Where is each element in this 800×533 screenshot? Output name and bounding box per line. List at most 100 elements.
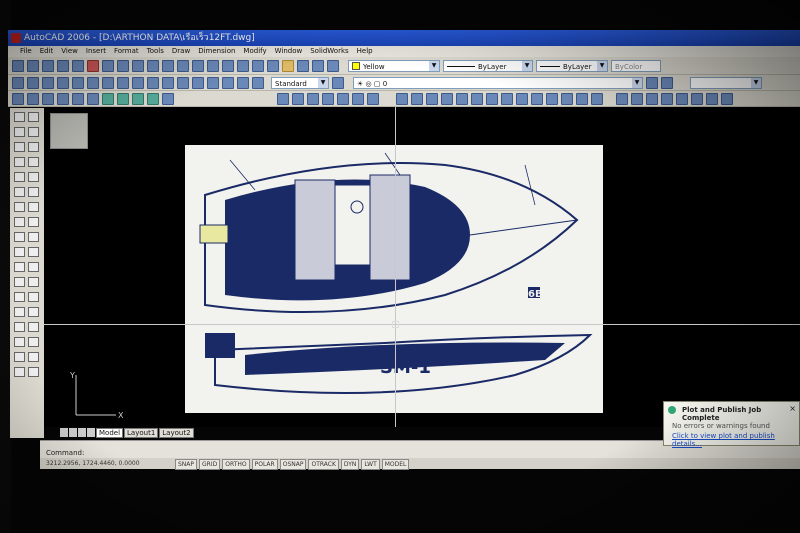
materials-icon[interactable] — [706, 92, 718, 105]
break-point-icon[interactable] — [28, 277, 39, 287]
menu-window[interactable]: Window — [275, 46, 303, 57]
angular-icon[interactable] — [117, 76, 129, 89]
tab-first-icon[interactable] — [60, 428, 68, 437]
tab-prev-icon[interactable] — [69, 428, 77, 437]
move-icon[interactable] — [28, 187, 39, 197]
lwt-toggle[interactable]: LWT — [361, 459, 380, 470]
subtract-icon[interactable] — [631, 92, 643, 105]
ordinate-icon[interactable] — [57, 76, 69, 89]
pan-icon[interactable] — [177, 59, 189, 72]
section-icon[interactable] — [531, 92, 543, 105]
view-sw-iso-icon[interactable] — [102, 92, 114, 105]
aligned-dimension-icon[interactable] — [27, 76, 39, 89]
help-icon[interactable] — [327, 59, 339, 72]
line-tool-icon[interactable] — [14, 112, 25, 122]
text-style-dropdown[interactable]: Standard ▼ — [271, 76, 329, 89]
hidden-icon[interactable] — [307, 92, 319, 105]
menu-insert[interactable]: Insert — [86, 46, 106, 57]
tool-palettes-icon[interactable] — [267, 59, 279, 72]
revision-cloud-icon[interactable] — [14, 217, 25, 227]
new-file-icon[interactable] — [12, 59, 24, 72]
tolerance-icon[interactable] — [192, 76, 204, 89]
menu-file[interactable]: File — [20, 46, 32, 57]
solids-sphere-icon[interactable] — [411, 92, 423, 105]
tab-model[interactable]: Model — [96, 428, 124, 438]
setup-drawing-icon[interactable] — [561, 92, 573, 105]
view-top-icon[interactable] — [12, 92, 24, 105]
table-icon[interactable] — [14, 367, 25, 377]
layer-previous-icon[interactable] — [661, 76, 673, 89]
quick-leader-icon[interactable] — [177, 76, 189, 89]
break-icon[interactable] — [28, 292, 39, 302]
explode-icon[interactable] — [28, 352, 39, 362]
plotstyle-dropdown[interactable]: ByColor — [611, 59, 661, 72]
tab-layout2[interactable]: Layout2 — [159, 428, 194, 438]
mirror-icon[interactable] — [28, 142, 39, 152]
save-icon[interactable] — [42, 59, 54, 72]
union-icon[interactable] — [616, 92, 628, 105]
hatch-icon[interactable] — [14, 322, 25, 332]
jogged-icon[interactable] — [87, 76, 99, 89]
point-icon[interactable] — [14, 307, 25, 317]
continue-icon[interactable] — [162, 76, 174, 89]
otrack-toggle[interactable]: OTRACK — [308, 459, 339, 470]
radius-icon[interactable] — [72, 76, 84, 89]
sheet-set-icon[interactable] — [282, 59, 294, 72]
gouraud-edges-icon[interactable] — [367, 92, 379, 105]
rotate-icon[interactable] — [28, 202, 39, 212]
quick-dimension-icon[interactable] — [132, 76, 144, 89]
make-block-icon[interactable] — [14, 292, 25, 302]
insert-block-icon[interactable] — [14, 277, 25, 287]
render-icon[interactable] — [661, 92, 673, 105]
model-toggle[interactable]: MODEL — [381, 459, 410, 470]
preview-icon[interactable] — [72, 59, 84, 72]
match-properties-icon[interactable] — [132, 59, 144, 72]
trim-icon[interactable] — [28, 247, 39, 257]
plot-publish-notification[interactable]: Plot and Publish Job Complete × No error… — [663, 401, 800, 448]
camera-icon[interactable] — [162, 92, 174, 105]
properties-icon[interactable] — [237, 59, 249, 72]
undo-icon[interactable] — [147, 59, 159, 72]
fillet-icon[interactable] — [28, 337, 39, 347]
menu-format[interactable]: Format — [114, 46, 139, 57]
view-ne-iso-icon[interactable] — [132, 92, 144, 105]
arc-length-icon[interactable] — [42, 76, 54, 89]
lights-icon[interactable] — [691, 92, 703, 105]
view-nw-iso-icon[interactable] — [147, 92, 159, 105]
flat-edges-icon[interactable] — [352, 92, 364, 105]
polygon-icon[interactable] — [14, 157, 25, 167]
zoom-previous-icon[interactable] — [222, 59, 234, 72]
setup-profile-icon[interactable] — [591, 92, 603, 105]
extend-icon[interactable] — [28, 262, 39, 272]
solids-cylinder-icon[interactable] — [426, 92, 438, 105]
menu-tools[interactable]: Tools — [147, 46, 164, 57]
view-bottom-icon[interactable] — [27, 92, 39, 105]
scenes-icon[interactable] — [676, 92, 688, 105]
intersect-icon[interactable] — [646, 92, 658, 105]
dimension-text-edit-icon[interactable] — [237, 76, 249, 89]
copy-tool-icon[interactable] — [28, 127, 39, 137]
make-object-layer-current-icon[interactable] — [646, 76, 658, 89]
extrude-icon[interactable] — [486, 92, 498, 105]
menu-modify[interactable]: Modify — [243, 46, 266, 57]
revolve-icon[interactable] — [501, 92, 513, 105]
menu-view[interactable]: View — [61, 46, 78, 57]
multiline-text-icon[interactable] — [28, 367, 39, 377]
polyline-icon[interactable] — [14, 142, 25, 152]
circle-icon[interactable] — [14, 202, 25, 212]
view-se-iso-icon[interactable] — [117, 92, 129, 105]
boat-blueprint-image[interactable]: 6B SM-1 — [185, 145, 603, 413]
color-dropdown[interactable]: Yellow ▼ — [348, 59, 440, 72]
line-icon[interactable] — [12, 76, 24, 89]
zoom-realtime-icon[interactable] — [192, 59, 204, 72]
cut-icon[interactable] — [87, 59, 99, 72]
center-mark-icon[interactable] — [207, 76, 219, 89]
array-icon[interactable] — [28, 172, 39, 182]
tab-last-icon[interactable] — [87, 428, 95, 437]
view-right-icon[interactable] — [57, 92, 69, 105]
menu-draw[interactable]: Draw — [172, 46, 190, 57]
baseline-icon[interactable] — [147, 76, 159, 89]
close-icon[interactable]: × — [789, 404, 796, 413]
polar-toggle[interactable]: POLAR — [251, 459, 278, 470]
scale-icon[interactable] — [28, 217, 39, 227]
